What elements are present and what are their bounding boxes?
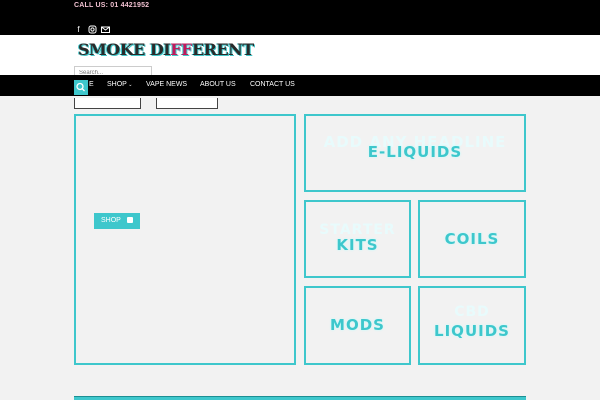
nav-item-home-fragment[interactable]: E	[89, 81, 94, 88]
dropdown-select-right[interactable]	[156, 98, 218, 109]
shop-button-label: SHOP	[101, 217, 121, 224]
footer-bar	[74, 396, 526, 400]
tile-label: KITS	[336, 236, 379, 254]
tile-label: MODS	[330, 316, 385, 334]
email-icon[interactable]	[101, 25, 110, 34]
nav-item-shop[interactable]: SHOP ⌄	[107, 81, 132, 88]
tile-headline-ghost: CBD	[454, 304, 490, 320]
shopping-bag-icon	[127, 217, 133, 223]
logo-mark: FF	[170, 40, 192, 59]
instagram-icon[interactable]	[88, 25, 97, 34]
tile-label: E-LIQUIDS	[367, 143, 463, 161]
tile-label: COILS	[444, 230, 500, 248]
nav-item-about-us[interactable]: ABOUT US	[200, 81, 236, 88]
facebook-icon[interactable]: f	[74, 25, 83, 34]
nav-item-contact-us[interactable]: CONTACT US	[250, 81, 295, 88]
tile-mods[interactable]: MODS	[304, 286, 411, 365]
dropdown-select-left[interactable]	[74, 98, 141, 109]
chevron-down-icon: ⌄	[126, 82, 133, 88]
shop-button[interactable]: SHOP	[94, 213, 140, 229]
nav-item-shop-label: SHOP	[107, 81, 127, 88]
call-us-text: CALL US: 01 4421952	[74, 2, 150, 9]
tile-label: LIQUIDS	[434, 322, 510, 340]
logo-tail: ERENT	[191, 40, 254, 59]
site-logo[interactable]: SMOKE DIFFERENT	[76, 38, 254, 64]
tile-cbd-liquids[interactable]: CBD LIQUIDS	[418, 286, 526, 365]
hero-banner[interactable]	[74, 114, 296, 365]
search-icon	[76, 82, 85, 92]
nav-item-vape-news[interactable]: VAPE NEWS	[146, 81, 187, 88]
search-button[interactable]	[74, 80, 88, 95]
logo-text: SMOKE DI	[78, 40, 171, 59]
tile-starter-kits[interactable]: STARTER KITS	[304, 200, 411, 278]
tile-coils[interactable]: COILS	[418, 200, 526, 278]
tile-e-liquids[interactable]: ADD ANY HEADLINE E-LIQUIDS	[304, 114, 526, 192]
